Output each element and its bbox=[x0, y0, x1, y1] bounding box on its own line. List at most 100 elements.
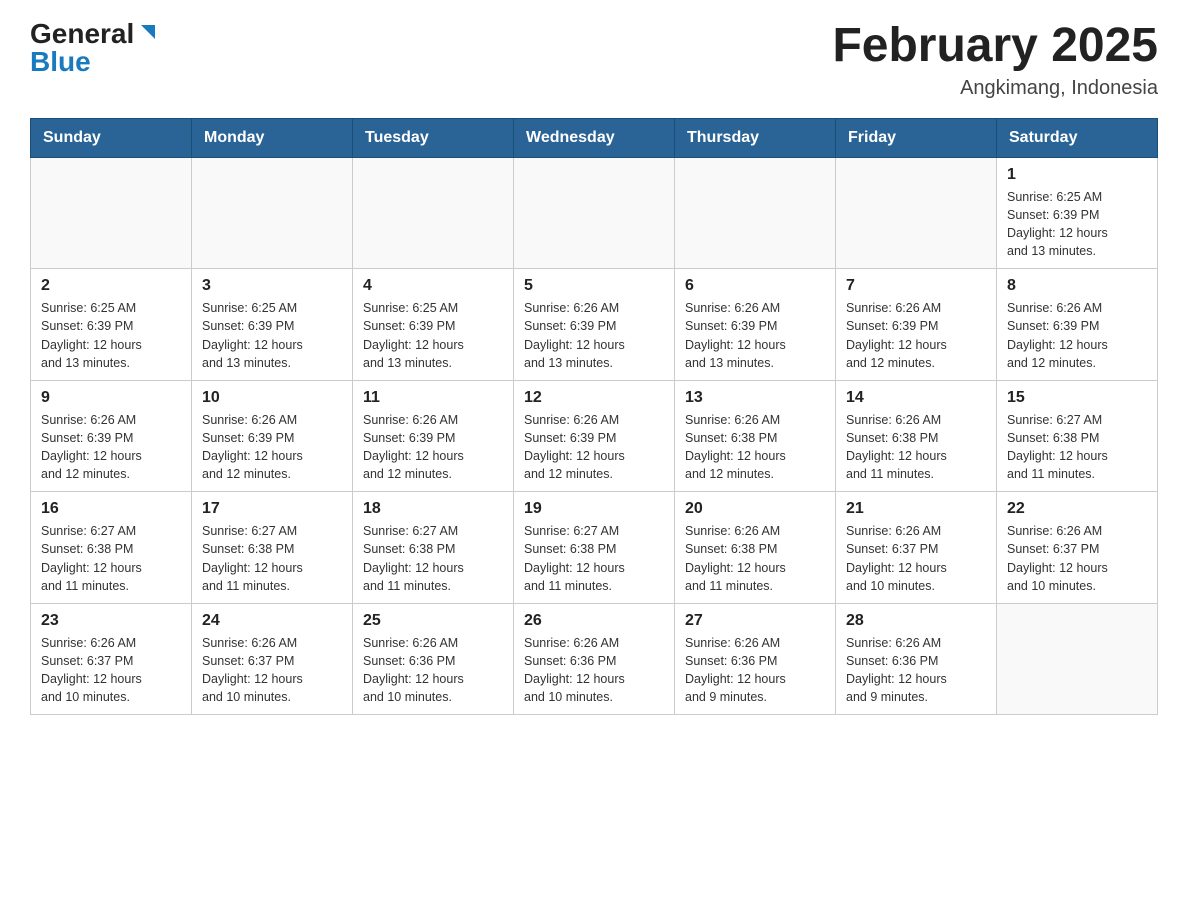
calendar-day: 6 Sunrise: 6:26 AM Sunset: 6:39 PM Daylig… bbox=[675, 269, 836, 381]
calendar-day: 8Sunrise: 6:26 AM Sunset: 6:39 PM Daylig… bbox=[997, 269, 1158, 381]
calendar-day: 14 Sunrise: 6:26 AM Sunset: 6:38 PM Dayli… bbox=[836, 380, 997, 492]
calendar-day: 1 Sunrise: 6:25 AM Sunset: 6:39 PM Daylig… bbox=[997, 157, 1158, 269]
calendar-day: 27 Sunrise: 6:26 AM Sunset: 6:36 PM Dayli… bbox=[675, 603, 836, 715]
calendar-week-1: 1 Sunrise: 6:25 AM Sunset: 6:39 PM Daylig… bbox=[31, 157, 1158, 269]
day-number: 13 bbox=[685, 389, 825, 407]
calendar-day: 7 Sunrise: 6:26 AM Sunset: 6:39 PM Daylig… bbox=[836, 269, 997, 381]
day-info: Sunrise: 6:26 AM Sunset: 6:39 PM Dayligh… bbox=[846, 299, 986, 372]
calendar-day: 17Sunrise: 6:27 AM Sunset: 6:38 PM Dayli… bbox=[192, 492, 353, 604]
day-number: 4 bbox=[363, 277, 503, 295]
day-info: Sunrise: 6:26 AM Sunset: 6:37 PM Dayligh… bbox=[41, 634, 181, 707]
title-block: February 2025 Angkimang, Indonesia bbox=[832, 20, 1158, 100]
day-of-week-monday: Monday bbox=[192, 118, 353, 157]
calendar-day: 24 Sunrise: 6:26 AM Sunset: 6:37 PM Dayli… bbox=[192, 603, 353, 715]
day-of-week-friday: Friday bbox=[836, 118, 997, 157]
calendar-day bbox=[514, 157, 675, 269]
calendar-day: 10Sunrise: 6:26 AM Sunset: 6:39 PM Dayli… bbox=[192, 380, 353, 492]
day-of-week-thursday: Thursday bbox=[675, 118, 836, 157]
calendar-day: 26 Sunrise: 6:26 AM Sunset: 6:36 PM Dayli… bbox=[514, 603, 675, 715]
day-info: Sunrise: 6:26 AM Sunset: 6:39 PM Dayligh… bbox=[524, 299, 664, 372]
calendar-day: 21 Sunrise: 6:26 AM Sunset: 6:37 PM Dayli… bbox=[836, 492, 997, 604]
calendar-day bbox=[353, 157, 514, 269]
day-info: Sunrise: 6:26 AM Sunset: 6:36 PM Dayligh… bbox=[685, 634, 825, 707]
day-number: 18 bbox=[363, 500, 503, 518]
logo-general-text: General bbox=[30, 20, 134, 48]
day-number: 9 bbox=[41, 389, 181, 407]
day-info: Sunrise: 6:26 AM Sunset: 6:37 PM Dayligh… bbox=[846, 522, 986, 595]
calendar-table: SundayMondayTuesdayWednesdayThursdayFrid… bbox=[30, 118, 1158, 716]
day-number: 16 bbox=[41, 500, 181, 518]
day-info: Sunrise: 6:26 AM Sunset: 6:36 PM Dayligh… bbox=[363, 634, 503, 707]
day-number: 3 bbox=[202, 277, 342, 295]
day-number: 14 bbox=[846, 389, 986, 407]
day-number: 22 bbox=[1007, 500, 1147, 518]
calendar-week-4: 16 Sunrise: 6:27 AM Sunset: 6:38 PM Dayli… bbox=[31, 492, 1158, 604]
calendar-week-3: 9 Sunrise: 6:26 AM Sunset: 6:39 PM Daylig… bbox=[31, 380, 1158, 492]
logo-blue-text: Blue bbox=[30, 48, 91, 76]
day-number: 5 bbox=[524, 277, 664, 295]
day-info: Sunrise: 6:26 AM Sunset: 6:39 PM Dayligh… bbox=[363, 411, 503, 484]
day-number: 8 bbox=[1007, 277, 1147, 295]
day-of-week-saturday: Saturday bbox=[997, 118, 1158, 157]
calendar-day: 4 Sunrise: 6:25 AM Sunset: 6:39 PM Daylig… bbox=[353, 269, 514, 381]
calendar-day: 9 Sunrise: 6:26 AM Sunset: 6:39 PM Daylig… bbox=[31, 380, 192, 492]
calendar-day: 5 Sunrise: 6:26 AM Sunset: 6:39 PM Daylig… bbox=[514, 269, 675, 381]
calendar-day: 25 Sunrise: 6:26 AM Sunset: 6:36 PM Dayli… bbox=[353, 603, 514, 715]
calendar-week-2: 2 Sunrise: 6:25 AM Sunset: 6:39 PM Daylig… bbox=[31, 269, 1158, 381]
calendar-subtitle: Angkimang, Indonesia bbox=[832, 77, 1158, 100]
day-info: Sunrise: 6:27 AM Sunset: 6:38 PM Dayligh… bbox=[363, 522, 503, 595]
calendar-header: SundayMondayTuesdayWednesdayThursdayFrid… bbox=[31, 118, 1158, 157]
calendar-day: 13Sunrise: 6:26 AM Sunset: 6:38 PM Dayli… bbox=[675, 380, 836, 492]
logo-triangle-icon bbox=[137, 21, 159, 43]
calendar-day: 12 Sunrise: 6:26 AM Sunset: 6:39 PM Dayli… bbox=[514, 380, 675, 492]
day-info: Sunrise: 6:26 AM Sunset: 6:38 PM Dayligh… bbox=[846, 411, 986, 484]
day-info: Sunrise: 6:26 AM Sunset: 6:39 PM Dayligh… bbox=[685, 299, 825, 372]
calendar-week-5: 23 Sunrise: 6:26 AM Sunset: 6:37 PM Dayli… bbox=[31, 603, 1158, 715]
calendar-day bbox=[675, 157, 836, 269]
day-number: 19 bbox=[524, 500, 664, 518]
day-info: Sunrise: 6:26 AM Sunset: 6:37 PM Dayligh… bbox=[202, 634, 342, 707]
day-info: Sunrise: 6:27 AM Sunset: 6:38 PM Dayligh… bbox=[524, 522, 664, 595]
calendar-day: 20 Sunrise: 6:26 AM Sunset: 6:38 PM Dayli… bbox=[675, 492, 836, 604]
day-info: Sunrise: 6:26 AM Sunset: 6:36 PM Dayligh… bbox=[524, 634, 664, 707]
calendar-body: 1 Sunrise: 6:25 AM Sunset: 6:39 PM Daylig… bbox=[31, 157, 1158, 715]
day-info: Sunrise: 6:26 AM Sunset: 6:37 PM Dayligh… bbox=[1007, 522, 1147, 595]
calendar-day: 3 Sunrise: 6:25 AM Sunset: 6:39 PM Daylig… bbox=[192, 269, 353, 381]
calendar-day bbox=[836, 157, 997, 269]
day-number: 7 bbox=[846, 277, 986, 295]
page-header: General Blue February 2025 Angkimang, In… bbox=[30, 20, 1158, 100]
calendar-day: 18 Sunrise: 6:27 AM Sunset: 6:38 PM Dayli… bbox=[353, 492, 514, 604]
calendar-day bbox=[997, 603, 1158, 715]
calendar-day: 2Sunrise: 6:25 AM Sunset: 6:39 PM Daylig… bbox=[31, 269, 192, 381]
day-of-week-tuesday: Tuesday bbox=[353, 118, 514, 157]
day-number: 20 bbox=[685, 500, 825, 518]
day-info: Sunrise: 6:26 AM Sunset: 6:36 PM Dayligh… bbox=[846, 634, 986, 707]
day-info: Sunrise: 6:27 AM Sunset: 6:38 PM Dayligh… bbox=[1007, 411, 1147, 484]
day-info: Sunrise: 6:26 AM Sunset: 6:39 PM Dayligh… bbox=[41, 411, 181, 484]
day-number: 12 bbox=[524, 389, 664, 407]
day-number: 24 bbox=[202, 612, 342, 630]
day-number: 23 bbox=[41, 612, 181, 630]
day-number: 11 bbox=[363, 389, 503, 407]
days-of-week-row: SundayMondayTuesdayWednesdayThursdayFrid… bbox=[31, 118, 1158, 157]
day-number: 27 bbox=[685, 612, 825, 630]
day-info: Sunrise: 6:26 AM Sunset: 6:38 PM Dayligh… bbox=[685, 522, 825, 595]
day-info: Sunrise: 6:26 AM Sunset: 6:39 PM Dayligh… bbox=[524, 411, 664, 484]
day-info: Sunrise: 6:25 AM Sunset: 6:39 PM Dayligh… bbox=[1007, 188, 1147, 261]
calendar-day bbox=[31, 157, 192, 269]
day-info: Sunrise: 6:25 AM Sunset: 6:39 PM Dayligh… bbox=[202, 299, 342, 372]
calendar-day: 15Sunrise: 6:27 AM Sunset: 6:38 PM Dayli… bbox=[997, 380, 1158, 492]
day-info: Sunrise: 6:25 AM Sunset: 6:39 PM Dayligh… bbox=[363, 299, 503, 372]
logo: General Blue bbox=[30, 20, 159, 76]
day-of-week-sunday: Sunday bbox=[31, 118, 192, 157]
calendar-day: 19 Sunrise: 6:27 AM Sunset: 6:38 PM Dayli… bbox=[514, 492, 675, 604]
day-number: 2 bbox=[41, 277, 181, 295]
day-number: 26 bbox=[524, 612, 664, 630]
day-number: 21 bbox=[846, 500, 986, 518]
day-number: 6 bbox=[685, 277, 825, 295]
day-number: 10 bbox=[202, 389, 342, 407]
day-number: 25 bbox=[363, 612, 503, 630]
calendar-day: 16Sunrise: 6:27 AM Sunset: 6:38 PM Dayli… bbox=[31, 492, 192, 604]
calendar-day: 11 Sunrise: 6:26 AM Sunset: 6:39 PM Dayli… bbox=[353, 380, 514, 492]
day-number: 1 bbox=[1007, 166, 1147, 184]
